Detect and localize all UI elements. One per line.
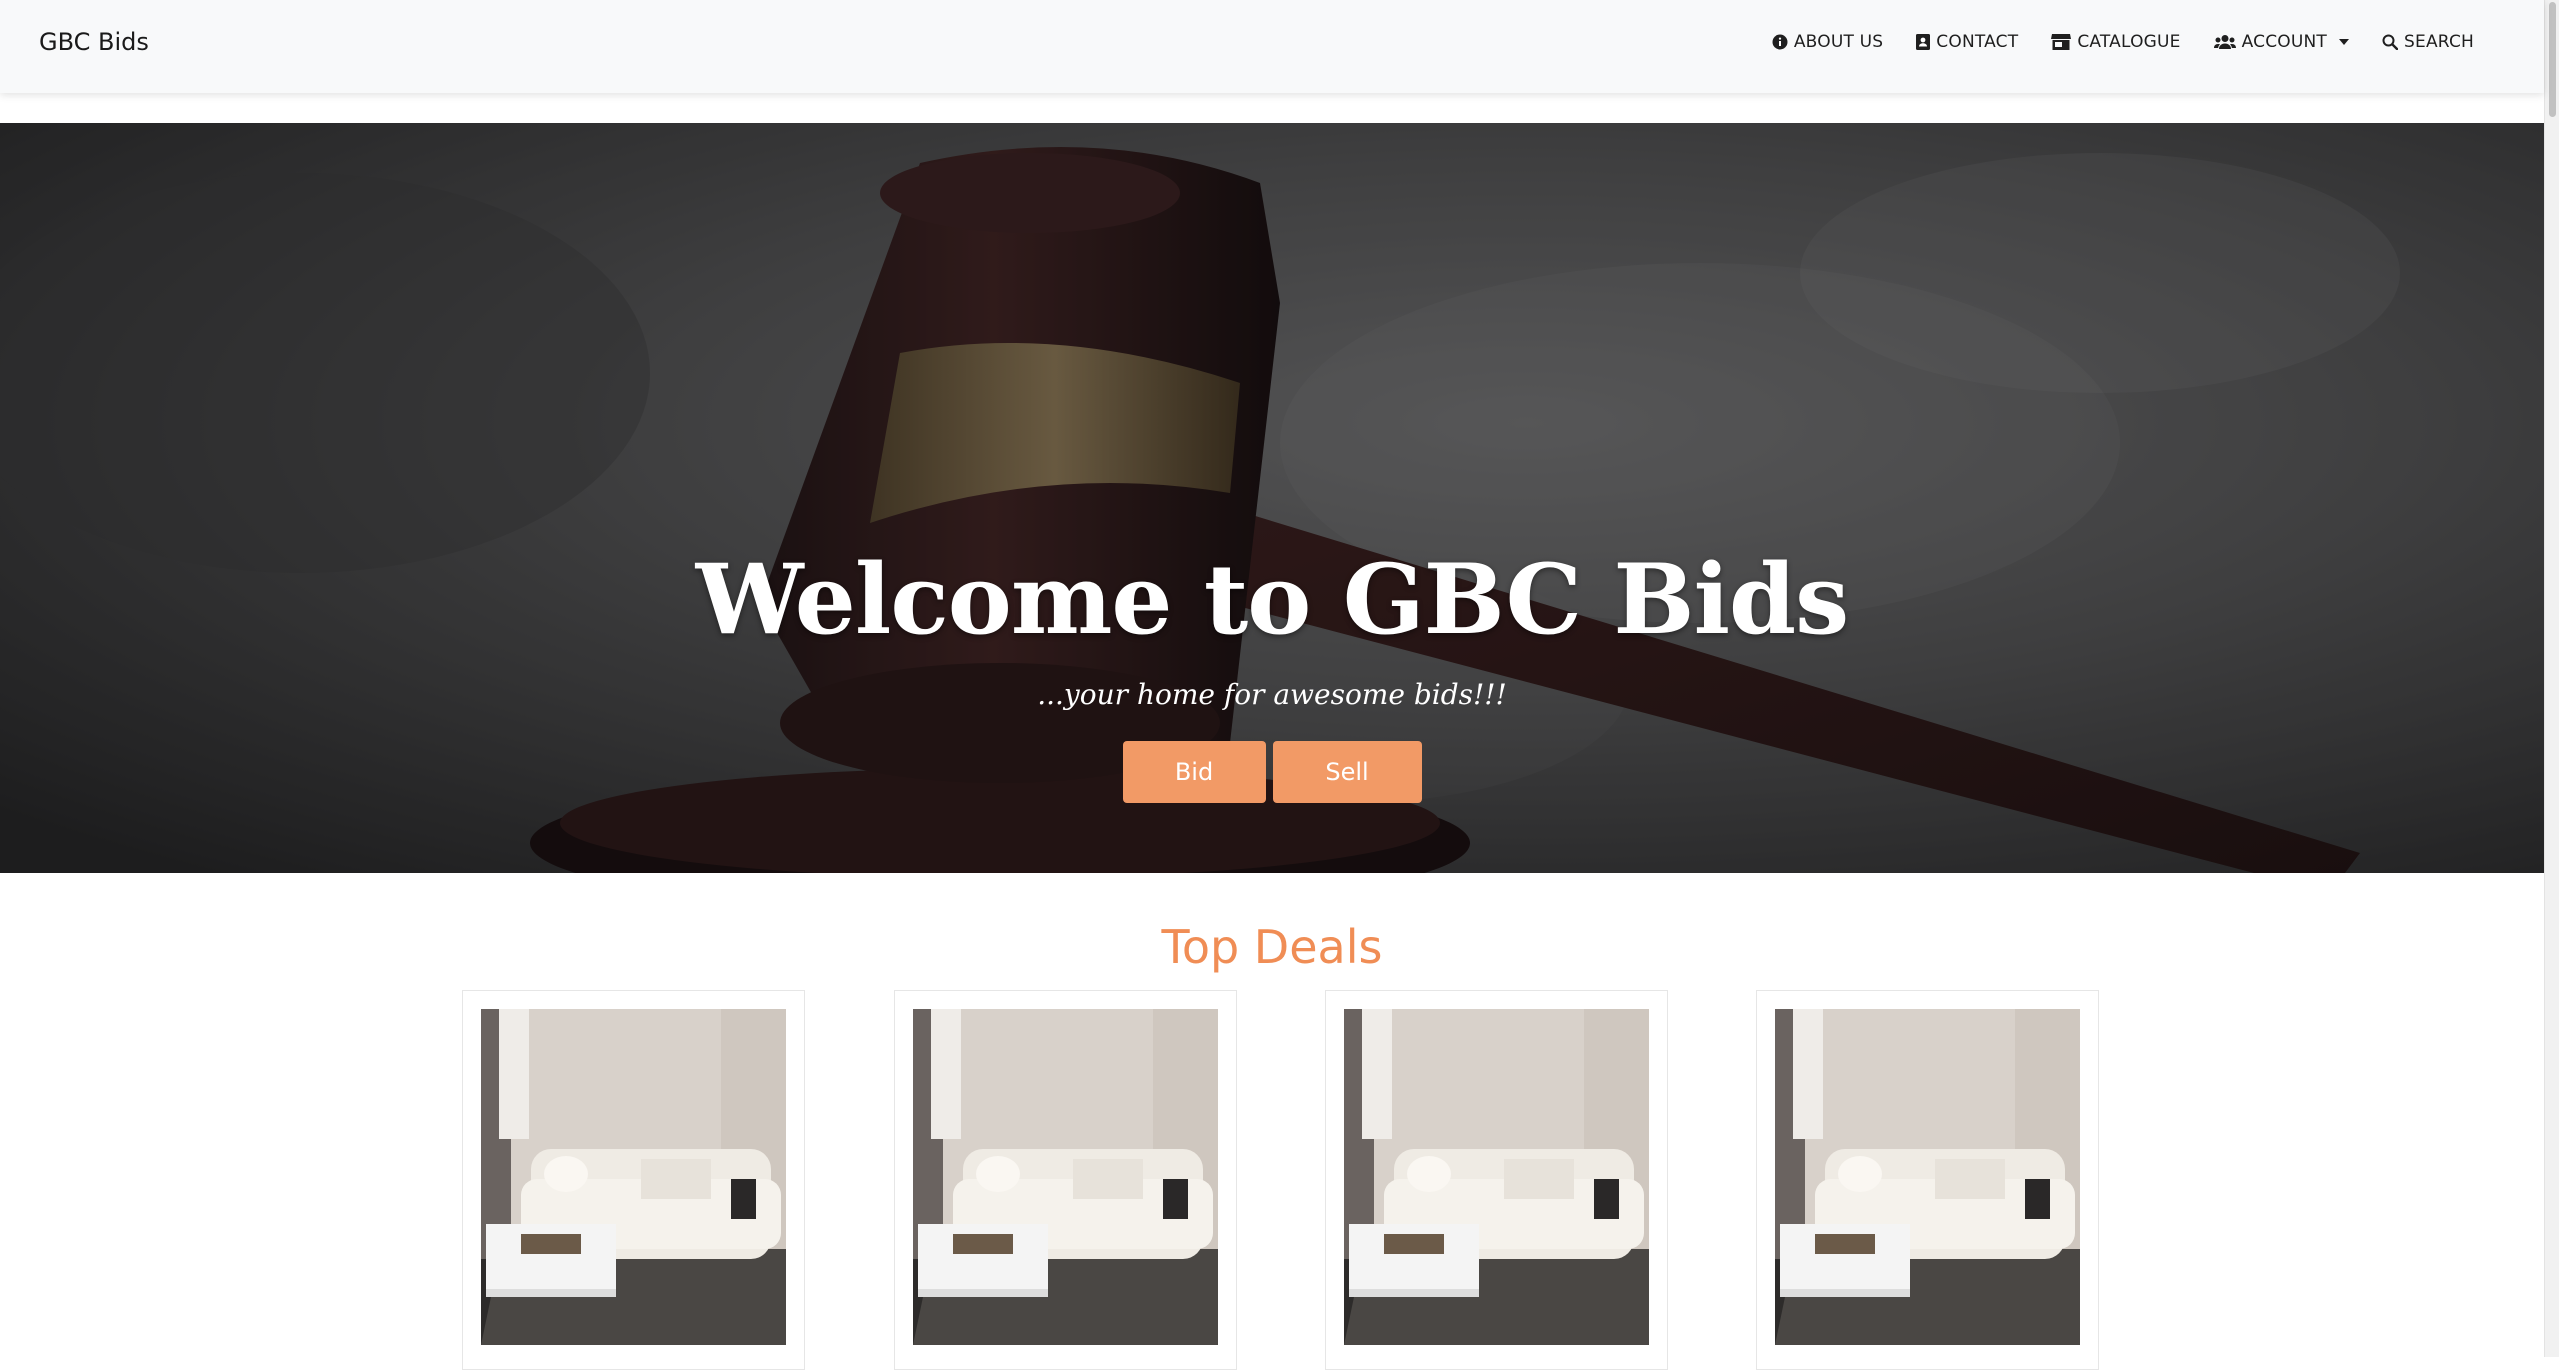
sofa-living-room-photo[interactable]: [913, 1009, 1218, 1345]
hero-banner: Welcome to GBC Bids ...your home for awe…: [0, 123, 2544, 873]
hero-tagline: ...your home for awesome bids!!!: [1037, 678, 1507, 711]
users-icon: [2213, 35, 2236, 49]
nav-about-us[interactable]: ABOUT US: [1772, 32, 1883, 52]
nav-catalogue-label: CATALOGUE: [2077, 32, 2181, 52]
nav-contact[interactable]: CONTACT: [1916, 32, 2018, 52]
deal-card[interactable]: [894, 990, 1237, 1370]
hero-buttons: Bid Sell: [0, 741, 2544, 803]
info-circle-icon: [1772, 34, 1788, 50]
brand-logo[interactable]: GBC Bids: [39, 28, 149, 56]
address-book-icon: [1916, 34, 1931, 50]
scrollbar-thumb[interactable]: [2549, 2, 2556, 117]
store-icon: [2051, 34, 2072, 50]
sofa-living-room-photo[interactable]: [1344, 1009, 1649, 1345]
top-deals-title: Top Deals: [1161, 920, 1383, 974]
navbar: GBC Bids ABOUT US CONTACT CATALOGUE ACCO…: [0, 0, 2544, 93]
nav-account-dropdown[interactable]: ACCOUNT: [2213, 32, 2350, 52]
sofa-living-room-photo[interactable]: [481, 1009, 786, 1345]
nav-search[interactable]: SEARCH: [2382, 32, 2474, 52]
deal-card[interactable]: [1756, 990, 2099, 1370]
nav-links: ABOUT US CONTACT CATALOGUE ACCOUNT SEARC…: [1772, 32, 2474, 52]
bid-button[interactable]: Bid: [1122, 741, 1266, 803]
deal-card[interactable]: [1325, 990, 1668, 1370]
nav-search-label: SEARCH: [2404, 32, 2474, 52]
nav-about-us-label: ABOUT US: [1793, 32, 1884, 52]
chevron-down-icon: [2339, 39, 2350, 45]
deal-card[interactable]: [462, 990, 805, 1370]
nav-account-label: ACCOUNT: [2241, 32, 2328, 52]
sofa-living-room-photo[interactable]: [1775, 1009, 2080, 1345]
search-icon: [2382, 34, 2399, 50]
hero-title: Welcome to GBC Bids: [695, 543, 1849, 656]
nav-catalogue[interactable]: CATALOGUE: [2051, 32, 2180, 52]
sell-button[interactable]: Sell: [1272, 741, 1422, 803]
nav-contact-label: CONTACT: [1936, 32, 2019, 52]
page-scrollbar[interactable]: [2544, 0, 2559, 1357]
